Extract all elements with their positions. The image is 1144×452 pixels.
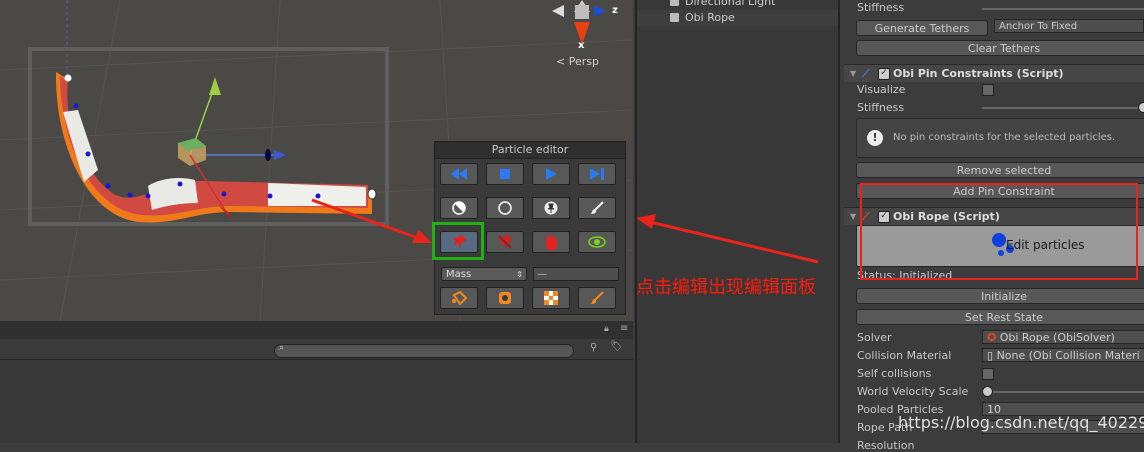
world-velocity-label: World Velocity Scale <box>857 385 969 398</box>
paint-toolbar <box>440 287 616 309</box>
checker-icon <box>544 291 558 305</box>
warning-icon: ! <box>867 130 883 146</box>
stiffness-label: Stiffness <box>857 1 905 14</box>
gameobject-icon <box>670 13 679 22</box>
gizmo-z-label: z <box>612 5 618 16</box>
unfix-particle-icon <box>498 234 513 249</box>
orientation-gizmo <box>552 0 606 44</box>
unfix-particle-button[interactable] <box>486 231 524 253</box>
hierarchy-item[interactable]: Obi Rope <box>637 10 838 26</box>
self-collisions-checkbox[interactable] <box>982 368 994 380</box>
stop-icon <box>500 169 510 179</box>
clear-tethers-button[interactable]: Clear Tethers <box>856 40 1144 56</box>
selection-toolbar <box>440 197 616 219</box>
fill-button[interactable] <box>440 287 478 309</box>
filter-icon[interactable]: ⚲ <box>590 342 597 353</box>
chevron-updown-icon: ⇕ <box>516 270 523 279</box>
playback-toolbar <box>440 163 616 185</box>
rope-end-cap <box>367 188 377 200</box>
world-velocity-knob[interactable] <box>982 386 993 397</box>
solver-field[interactable]: ✪ Obi Rope (ObiSolver) <box>982 330 1144 344</box>
selection-mode-pin-button[interactable] <box>532 197 570 219</box>
half-circle-icon <box>452 201 466 215</box>
solver-label: Solver <box>857 331 892 344</box>
generate-tethers-button[interactable]: Generate Tethers <box>856 20 988 36</box>
annotation-text: 点击编辑出现编辑面板 <box>636 277 816 298</box>
hierarchy-panel: Directional Light Obi Rope <box>635 0 838 443</box>
initialize-button[interactable]: Initialize <box>856 288 1144 304</box>
eye-icon <box>588 236 606 248</box>
project-search-bar: ⌕ ⚲ 🏷︎ <box>0 339 633 360</box>
set-rest-state-button[interactable]: Set Rest State <box>856 309 1144 325</box>
world-velocity-slider[interactable] <box>982 391 1144 393</box>
tether-mode-dropdown[interactable]: Anchor To Fixed <box>994 19 1144 33</box>
checker-button[interactable] <box>532 287 570 309</box>
perspective-label[interactable]: < Persp <box>556 55 599 68</box>
pin-stiffness-slider[interactable] <box>982 107 1144 109</box>
menu-icon[interactable]: ≡ <box>620 323 628 334</box>
watermark-text: https://blog.csdn.net/qq_40229737 <box>898 413 1144 432</box>
paint-brush-icon <box>591 291 604 304</box>
help-box: ! No pin constraints for the selected pa… <box>856 118 1144 158</box>
fold-arrow-icon[interactable]: ▼ <box>850 208 856 225</box>
remove-selected-button[interactable]: Remove selected <box>856 162 1144 178</box>
visualize-checkbox[interactable] <box>982 84 994 96</box>
stamp-button[interactable] <box>486 287 524 309</box>
brush-icon <box>591 201 604 214</box>
collision-material-label: Collision Material <box>857 349 952 362</box>
paint-brush-button[interactable] <box>578 287 616 309</box>
fill-icon <box>452 291 467 305</box>
resolution-label: Resolution <box>857 439 915 452</box>
step-forward-icon <box>590 168 604 180</box>
tag-icon[interactable]: 🏷︎ <box>610 341 623 352</box>
selection-brush-button[interactable] <box>578 197 616 219</box>
project-panel: 🔒︎ ≡ ⌕ ⚲ 🏷︎ <box>0 321 633 443</box>
hand-icon <box>546 235 557 250</box>
visibility-button[interactable] <box>578 231 616 253</box>
search-input[interactable]: ⌕ <box>274 343 574 358</box>
search-icon: ⌕ <box>279 343 285 353</box>
fold-arrow-icon[interactable]: ▼ <box>850 65 856 82</box>
rewind-icon <box>451 168 467 180</box>
lock-icon[interactable]: 🔒︎ <box>604 324 609 334</box>
highlight-fix-button <box>432 222 484 260</box>
selection-mode-half-button[interactable] <box>440 197 478 219</box>
step-forward-button[interactable] <box>578 163 616 185</box>
enabled-checkbox[interactable]: ✓ <box>878 68 890 80</box>
stiffness-label: Stiffness <box>857 101 905 114</box>
gameobject-icon <box>670 0 679 6</box>
pin-icon <box>544 201 558 215</box>
help-text: No pin constraints for the selected part… <box>893 132 1116 143</box>
pin-constraints-header[interactable]: ▼ ⟋ ✓ Obi Pin Constraints (Script) <box>844 64 1144 82</box>
visualize-label: Visualize <box>857 83 906 96</box>
collision-material-field[interactable]: ▯ None (Obi Collision Materi <box>982 348 1144 362</box>
gizmo-x-label: x <box>578 40 585 51</box>
pin-stiffness-knob[interactable] <box>1138 102 1144 113</box>
rewind-button[interactable] <box>440 163 478 185</box>
hierarchy-item[interactable]: Directional Light <box>637 0 838 10</box>
stiffness-slider[interactable] <box>982 8 1144 10</box>
script-icon: ⟋ <box>862 67 870 80</box>
self-collisions-label: Self collisions <box>857 367 932 380</box>
play-button[interactable] <box>532 163 570 185</box>
stamp-icon <box>499 292 511 304</box>
circle-icon <box>498 201 512 215</box>
project-panel-toolbar: 🔒︎ ≡ <box>0 321 633 340</box>
highlight-edit-particles <box>860 183 1138 280</box>
property-dropdown[interactable]: Mass ⇕ <box>441 267 527 281</box>
stop-button[interactable] <box>486 163 524 185</box>
property-dropdown-value: Mass <box>446 269 472 280</box>
grab-hand-button[interactable] <box>532 231 570 253</box>
solver-icon: ✪ <box>987 331 997 344</box>
play-icon <box>546 168 557 180</box>
rope-start-particle <box>64 74 72 82</box>
particle-editor-title: Particle editor <box>435 142 625 159</box>
scene-view[interactable]: z x < Persp Particle editor Mass ⇕ — <box>0 0 633 321</box>
property-value-field[interactable]: — <box>533 267 619 281</box>
file-icon: ▯ <box>987 349 994 362</box>
selection-mode-circle-button[interactable] <box>486 197 524 219</box>
